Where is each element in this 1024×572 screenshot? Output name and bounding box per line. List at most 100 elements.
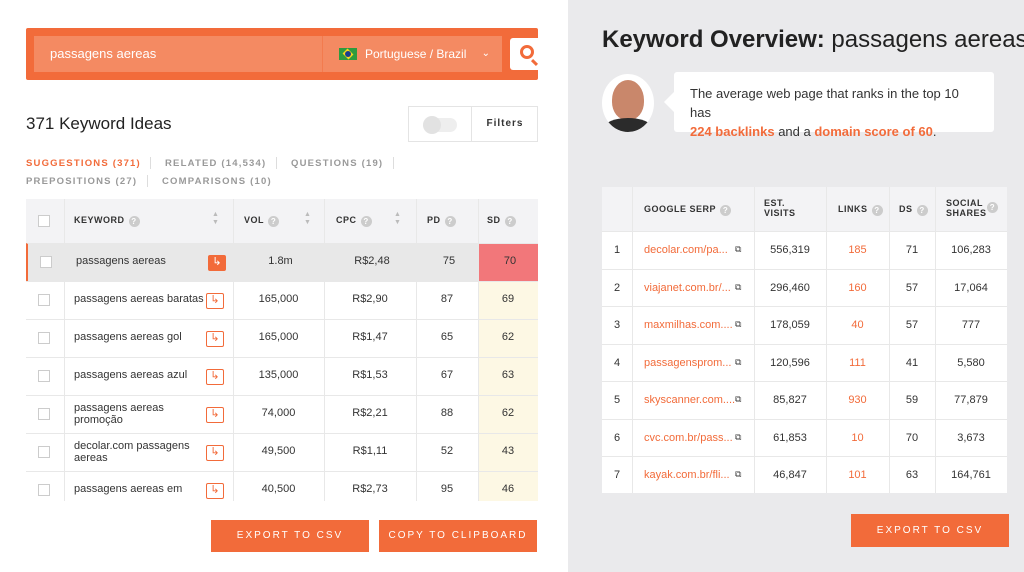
tab-related[interactable]: RELATED (14,534) [165, 158, 266, 169]
serp-row[interactable]: 3 maxmilhas.com.... ⧉ 178,059 40 57 777 [602, 306, 1007, 344]
language-select[interactable]: Portuguese / Brazil ⌄ [322, 36, 502, 72]
avatar-face [612, 80, 644, 120]
row-checkbox[interactable] [38, 484, 50, 496]
serp-row[interactable]: 4 passagensprom... ⧉ 120,596 111 41 5,580 [602, 343, 1007, 382]
sort-icon[interactable]: ▲ ▼ [212, 211, 219, 227]
help-icon: ? [268, 216, 280, 227]
serp-row[interactable]: 6 cvc.com.br/pass... ⧉ 61,853 10 70 3,673 [602, 418, 1007, 457]
visits-cell: 61,853 [773, 431, 807, 444]
shares-cell: 77,879 [954, 394, 988, 406]
open-keyword-icon[interactable]: ↳ [206, 293, 224, 309]
links-cell[interactable]: 930 [826, 394, 889, 406]
view-toggle[interactable] [423, 116, 457, 134]
serp-url-link[interactable]: cvc.com.br/pass... [644, 432, 733, 444]
header-keyword[interactable]: KEYWORD? [74, 215, 140, 227]
row-checkbox[interactable] [38, 370, 50, 382]
external-link-icon[interactable]: ⧉ [735, 394, 741, 405]
header-google-serp[interactable]: GOOGLE SERP? [644, 204, 732, 216]
links-cell[interactable]: 185 [826, 244, 889, 256]
links-cell[interactable]: 111 [826, 357, 889, 369]
pd-cell: 65 [440, 331, 454, 343]
ds-cell: 59 [905, 394, 919, 406]
sd-cell: 70 [503, 255, 517, 267]
links-cell[interactable]: 160 [826, 282, 889, 294]
filters-button[interactable]: Filters [471, 107, 538, 141]
row-checkbox[interactable] [38, 294, 50, 306]
header-links[interactable]: LINKS? [838, 204, 883, 216]
column-divider [64, 199, 65, 501]
ds-cell: 57 [905, 319, 919, 331]
pd-cell: 95 [440, 483, 454, 495]
table-row[interactable]: decolar.com passagens aereas ↳ 49,500 R$1,1… [26, 433, 538, 471]
tab-prepositions[interactable]: PREPOSITIONS (27) [26, 176, 137, 187]
help-icon: ? [128, 216, 140, 227]
row-checkbox[interactable] [38, 446, 50, 458]
vol-cell: 1.8m [268, 255, 293, 267]
serp-url-link[interactable]: viajanet.com.br/... [644, 282, 731, 294]
tab-suggestions[interactable]: SUGGESTIONS (371) [26, 158, 141, 169]
serp-url-link[interactable]: decolar.com/pa... [644, 244, 728, 256]
table-row[interactable]: passagens aereas baratas ↳ 165,000 R$2,90 87… [26, 281, 538, 319]
external-link-icon[interactable]: ⧉ [735, 469, 741, 480]
header-ds[interactable]: DS? [899, 204, 928, 216]
open-keyword-icon[interactable]: ↳ [206, 445, 224, 461]
tab-comparisons[interactable]: COMPARISONS (10) [162, 176, 272, 187]
search-button[interactable] [510, 38, 546, 70]
insight-bubble: The average web page that ranks in the t… [664, 72, 994, 139]
search-icon [520, 45, 534, 59]
chevron-down-icon: ⌄ [481, 48, 490, 59]
serp-url-link[interactable]: maxmilhas.com.... [644, 319, 733, 331]
table-row[interactable]: passagens aereas em ↳ 40,500 R$2,73 95 46 [26, 471, 538, 501]
tab-questions[interactable]: QUESTIONS (19) [291, 158, 383, 169]
header-cpc[interactable]: CPC? [336, 215, 372, 227]
table-header: KEYWORD? ▲ ▼ VOL? ▲ ▼ CPC? ▲ ▼ PD? SD? [26, 199, 538, 243]
cpc-cell: R$1,47 [352, 331, 388, 343]
export-csv-button-right[interactable]: EXPORT TO CSV [851, 514, 1009, 547]
links-cell[interactable]: 40 [826, 319, 889, 331]
export-csv-button[interactable]: EXPORT TO CSV [211, 520, 369, 552]
external-link-icon[interactable]: ⧉ [735, 282, 741, 293]
external-link-icon[interactable]: ⧉ [735, 357, 741, 368]
header-social-shares[interactable]: SOCIAL SHARES? [946, 198, 998, 218]
vol-cell: 49,500 [261, 445, 296, 457]
serp-url-link[interactable]: kayak.com.br/fli... [644, 469, 730, 481]
header-vol[interactable]: VOL? [244, 215, 280, 227]
open-keyword-icon[interactable]: ↳ [206, 331, 224, 347]
row-checkbox[interactable] [38, 408, 50, 420]
external-link-icon[interactable]: ⧉ [735, 432, 741, 443]
sort-icon[interactable]: ▲ ▼ [304, 211, 311, 227]
serp-row[interactable]: 1 decolar.com/pa... ⧉ 556,319 185 71 106,283 [602, 231, 1007, 269]
ds-cell: 57 [905, 281, 919, 294]
serp-row[interactable]: 2 viajanet.com.br/... ⧉ 296,460 160 57 17,064 [602, 268, 1007, 307]
links-cell[interactable]: 10 [826, 432, 889, 444]
shares-cell: 3,673 [957, 431, 985, 444]
tab-divider [276, 157, 277, 169]
pd-cell: 75 [442, 255, 456, 267]
row-checkbox[interactable] [38, 332, 50, 344]
open-keyword-icon[interactable]: ↳ [206, 483, 224, 499]
serp-url-link[interactable]: passagensprom... [644, 357, 731, 369]
external-link-icon[interactable]: ⧉ [735, 319, 741, 330]
header-sd[interactable]: SD? [487, 215, 516, 227]
shares-cell: 17,064 [954, 281, 988, 294]
sort-icon[interactable]: ▲ ▼ [394, 211, 401, 227]
table-row[interactable]: passagens aereas azul ↳ 135,000 R$1,53 67 63 [26, 357, 538, 395]
table-row[interactable]: passagens aereas gol ↳ 165,000 R$1,47 65 62 [26, 319, 538, 357]
table-row[interactable]: passagens aereas ↳ 1.8m R$2,48 75 70 [26, 243, 538, 281]
header-pd[interactable]: PD? [427, 215, 456, 227]
open-keyword-icon[interactable]: ↳ [206, 407, 224, 423]
open-keyword-icon[interactable]: ↳ [206, 369, 224, 385]
serp-row[interactable]: 7 kayak.com.br/fli... ⧉ 46,847 101 63 164,761 [602, 456, 1007, 493]
copy-clipboard-button[interactable]: COPY TO CLIPBOARD [379, 520, 537, 552]
header-est-visits[interactable]: EST. VISITS [764, 198, 796, 218]
row-checkbox[interactable] [40, 256, 52, 268]
links-cell[interactable]: 101 [826, 469, 889, 481]
serp-row[interactable]: 5 skyscanner.com.... ⧉ 85,827 930 59 77,879 [602, 381, 1007, 419]
serp-url-link[interactable]: skyscanner.com.... [644, 394, 735, 406]
table-row[interactable]: passagens aereas promoção ↳ 74,000 R$2,21 88… [26, 395, 538, 433]
select-all-checkbox[interactable] [38, 215, 50, 227]
search-bar: Portuguese / Brazil ⌄ [26, 28, 546, 80]
external-link-icon[interactable]: ⧉ [735, 244, 741, 255]
search-input[interactable] [34, 36, 322, 72]
open-keyword-icon[interactable]: ↳ [208, 255, 226, 271]
